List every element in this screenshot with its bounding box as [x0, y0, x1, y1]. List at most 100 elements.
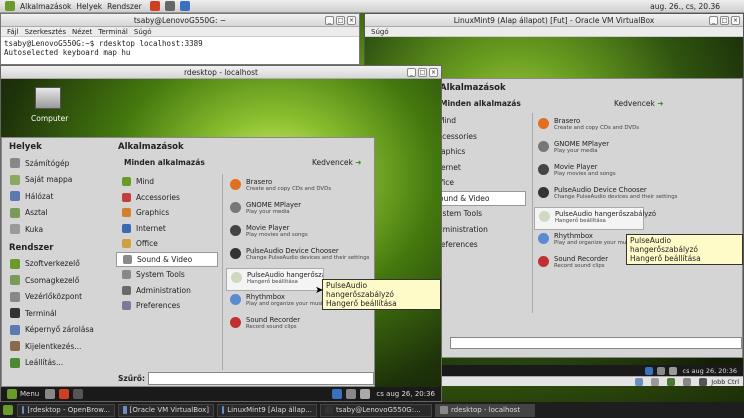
minimize-icon[interactable]: _ [325, 16, 334, 25]
search-input[interactable] [148, 372, 374, 385]
show-desktop-icon[interactable] [3, 405, 13, 415]
vm-category[interactable]: dministration [438, 222, 526, 238]
panel-applications[interactable]: Alkalmazások [20, 2, 71, 11]
category-all[interactable]: Mind [116, 174, 218, 190]
task-button[interactable]: [rdesktop - OpenBrow... [17, 403, 115, 417]
mint-logo-icon[interactable] [5, 1, 15, 11]
vm-category[interactable]: Mind [438, 113, 526, 129]
usb-icon[interactable] [683, 377, 692, 386]
vm-app-item[interactable]: GNOME MPlayer Play your media [534, 138, 644, 161]
maximize-icon[interactable]: □ [418, 68, 427, 77]
system-package-manager[interactable]: Csomagkezelő [2, 272, 110, 289]
vm-category[interactable]: raphics [438, 144, 526, 160]
category-graphics[interactable]: Graphics [116, 205, 218, 221]
firefox-icon[interactable] [149, 1, 160, 11]
volume-icon[interactable] [360, 389, 371, 399]
vm-category-selected[interactable]: ound & Video [438, 190, 526, 206]
panel-system[interactable]: Rendszer [107, 2, 142, 11]
app-item-brasero[interactable]: Brasero Create and copy CDs and DVDs [226, 176, 346, 199]
app-item-sound-recorder[interactable]: Sound Recorder Record sound clips [226, 314, 346, 337]
volume-icon[interactable] [668, 367, 677, 375]
file-manager-icon[interactable] [179, 1, 190, 11]
host-clock[interactable]: aug. 26., cs, 20.36 [650, 2, 720, 11]
vm-favorites-button[interactable]: Kedvencek ➜ [614, 99, 664, 108]
network-icon[interactable] [656, 367, 665, 375]
vm-app-item-hovered[interactable]: PulseAudio hangerőszabályzó Hangerő beáll… [534, 207, 656, 230]
cd-icon[interactable] [651, 377, 660, 386]
menu-help[interactable]: Súgó [134, 28, 152, 36]
task-button[interactable]: tsaby@LenovoG550G:... [320, 403, 432, 417]
mouse-icon[interactable] [699, 377, 708, 386]
task-button[interactable]: [Oracle VM VirtualBox] [118, 403, 214, 417]
close-icon[interactable]: × [731, 16, 740, 25]
terminal-output[interactable]: tsaby@LenovoG550G:~$ rdesktop localhost:… [1, 37, 359, 59]
terminal-launcher-icon[interactable] [164, 1, 175, 11]
maximize-icon[interactable]: □ [720, 16, 729, 25]
system-software-manager[interactable]: Szoftverkezelő [2, 256, 110, 273]
vm-app-item[interactable]: PulseAudio Device Chooser Change PulseAud… [534, 184, 677, 207]
category-office[interactable]: Office [116, 236, 218, 252]
shield-icon[interactable] [332, 389, 343, 399]
category-internet[interactable]: Internet [116, 221, 218, 237]
vm-category[interactable]: ccessories [438, 129, 526, 145]
terminal-launcher-icon[interactable] [73, 389, 84, 399]
menu-help[interactable]: Súgó [371, 28, 389, 36]
menu-edit[interactable]: Szerkesztés [25, 28, 66, 36]
place-network[interactable]: Hálózat [2, 188, 110, 205]
vm-app-item[interactable]: Brasero Create and copy CDs and DVDs [534, 115, 644, 138]
category-preferences[interactable]: Preferences [116, 298, 218, 314]
terminal-titlebar[interactable]: tsaby@LenovoG550G: ~ _ □ × [1, 14, 359, 27]
close-icon[interactable]: × [429, 68, 438, 77]
app-item-gnome-mplayer[interactable]: GNOME MPlayer Play your media [226, 199, 346, 222]
category-accessories[interactable]: Accessories [116, 190, 218, 206]
app-item-device-chooser[interactable]: PulseAudio Device Chooser Change PulseAud… [226, 245, 369, 268]
place-desktop[interactable]: Asztal [2, 205, 110, 222]
remote-screen[interactable]: Computer Helyek Számítógép Saját mappa H… [1, 79, 441, 401]
panel-places[interactable]: Helyek [76, 2, 102, 11]
vm-category[interactable]: references [438, 237, 526, 253]
category-sound-video[interactable]: Sound & Video [116, 251, 218, 267]
menu-button[interactable]: Menu [20, 390, 39, 398]
task-button-active[interactable]: rdesktop - localhost [435, 403, 535, 417]
menu-terminal[interactable]: Terminál [98, 28, 128, 36]
system-shutdown[interactable]: Leállítás... [2, 355, 110, 372]
vm-search-input[interactable] [450, 337, 742, 349]
vm-all-apps[interactable]: Minden alkalmazás [440, 99, 521, 108]
category-system-tools[interactable]: System Tools [116, 267, 218, 283]
minimize-icon[interactable]: _ [709, 16, 718, 25]
menu-file[interactable]: Fájl [7, 28, 19, 36]
place-home[interactable]: Saját mappa [2, 172, 110, 189]
firefox-icon[interactable] [59, 389, 70, 399]
system-lock-screen[interactable]: Képernyő zárolása [2, 322, 110, 339]
remote-clock[interactable]: cs aug 26, 20:36 [376, 390, 435, 398]
place-trash[interactable]: Kuka [2, 221, 110, 238]
minimize-icon[interactable]: _ [407, 68, 416, 77]
desktop-icon-label[interactable]: Computer [31, 114, 68, 123]
vm-category[interactable]: ystem Tools [438, 206, 526, 222]
virtualbox-titlebar[interactable]: LinuxMint9 (Alap állapot) [Fut] - Oracle… [365, 14, 743, 27]
vm-category[interactable]: ffice [438, 175, 526, 191]
shield-icon[interactable] [644, 367, 653, 375]
category-administration[interactable]: Administration [116, 283, 218, 299]
close-icon[interactable]: × [347, 16, 356, 25]
system-terminal[interactable]: Terminál [2, 305, 110, 322]
computer-icon[interactable] [35, 87, 61, 109]
app-item-volume-control[interactable]: PulseAudio hangerőszabályzóHangerő beáll… [226, 268, 324, 291]
hdd-icon[interactable] [635, 377, 644, 386]
network-adapter-icon[interactable] [667, 377, 676, 386]
favorites-button[interactable]: Kedvencek ➜ [312, 158, 362, 167]
vm-clock[interactable]: cs aug 26, 20:36 [683, 367, 737, 375]
task-button[interactable]: LinuxMint9 [Alap állap... [217, 403, 317, 417]
maximize-icon[interactable]: □ [336, 16, 345, 25]
mint-logo-icon[interactable] [7, 389, 17, 399]
menu-view[interactable]: Nézet [72, 28, 92, 36]
vm-category[interactable]: ternet [438, 160, 526, 176]
system-control-center[interactable]: Vezérlőközpont [2, 289, 110, 306]
place-computer[interactable]: Számítógép [2, 155, 110, 172]
app-item-movie-player[interactable]: Movie Player Play movies and songs [226, 222, 346, 245]
rdesktop-titlebar[interactable]: rdesktop - localhost _ □ × [1, 66, 441, 79]
network-icon[interactable] [346, 389, 357, 399]
vm-app-item[interactable]: Movie Player Play movies and songs [534, 161, 644, 184]
system-logout[interactable]: Kijelentkezés... [2, 338, 110, 355]
show-desktop-icon[interactable] [45, 389, 56, 399]
